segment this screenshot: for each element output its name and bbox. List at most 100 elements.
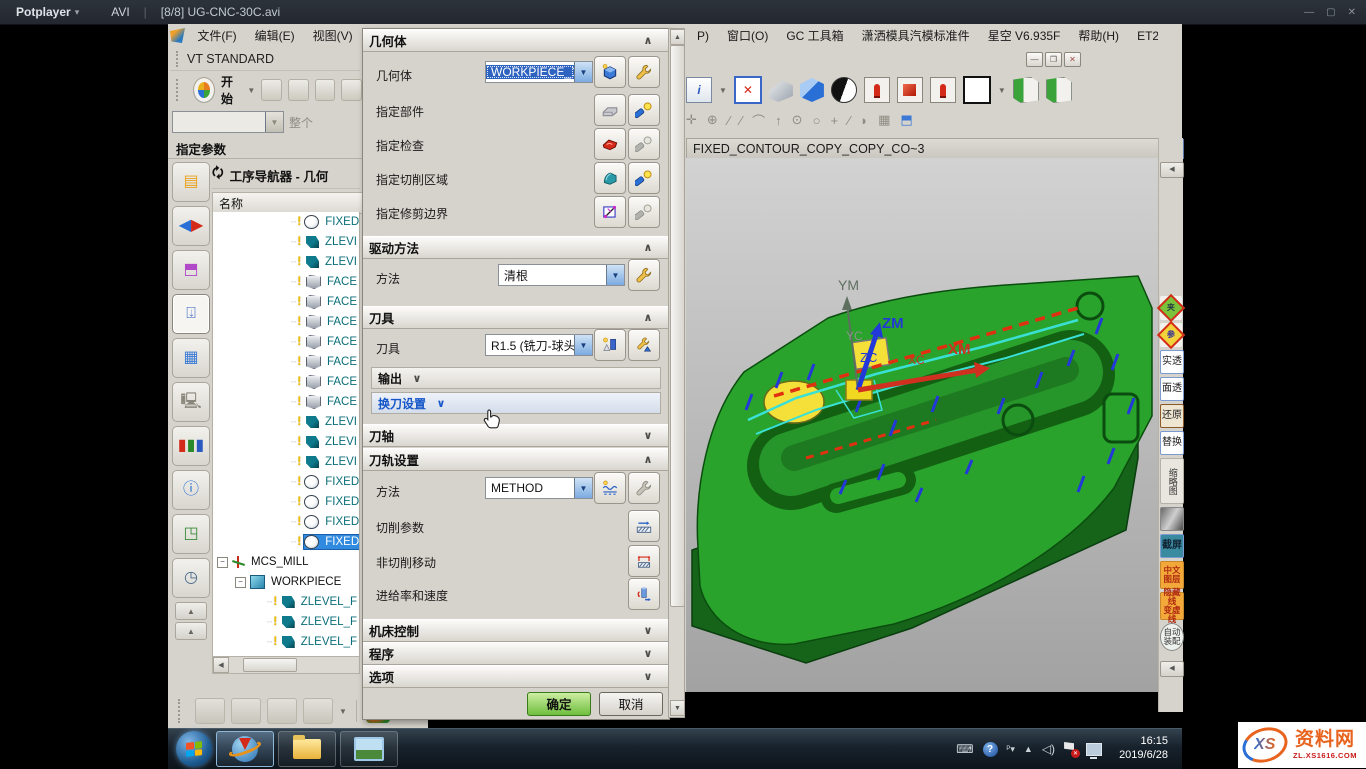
trim-boundary-icon[interactable]	[594, 196, 626, 228]
section-machine-control[interactable]: 机床控制	[363, 619, 669, 642]
taskbar-explorer[interactable]	[278, 731, 336, 767]
start-button[interactable]	[176, 731, 212, 767]
new-geometry-icon[interactable]	[594, 56, 626, 88]
cancel-button[interactable]: 取消	[599, 692, 663, 716]
collapse-icon[interactable]	[633, 241, 663, 254]
history-clock-icon[interactable]: ◷	[172, 558, 210, 598]
ime-icon[interactable]: ᴾ▾	[1007, 744, 1015, 755]
list-item[interactable]: ┈!ZLEVEL_F	[213, 612, 359, 632]
clip-section-2-icon[interactable]	[1046, 77, 1072, 103]
list-item[interactable]: ┈!FIXED	[213, 472, 359, 492]
orbit-icon[interactable]: ⊕	[707, 112, 718, 128]
section-tool[interactable]: 刀具	[363, 306, 669, 329]
menu-p[interactable]: P)	[688, 26, 718, 46]
machine-tool-view-icon[interactable]: ◀▶	[172, 206, 210, 246]
check-geometry-icon[interactable]	[594, 128, 626, 160]
pan-icon[interactable]: ✛	[686, 112, 697, 128]
save-file-icon[interactable]	[315, 79, 336, 101]
face-translucent-button[interactable]: 面透	[1160, 377, 1184, 401]
potplayer-menu[interactable]: Potplayer	[16, 5, 71, 19]
menu-潇洒模具汽模标准件[interactable]: 潇洒模具汽模标准件	[853, 26, 979, 46]
list-item[interactable]: ┈!FIXED	[213, 212, 359, 232]
list-item[interactable]: ┈!ZLEVEL_F	[213, 592, 359, 612]
player-window-controls[interactable]: — ▢ ✕	[1304, 7, 1356, 18]
scroll-up-icon[interactable]: ▲	[175, 622, 207, 640]
list-item[interactable]: ┈!FACE	[213, 292, 359, 312]
section-drive-method[interactable]: 驱动方法	[363, 236, 669, 259]
assembly-navigator-icon[interactable]: 🖳	[172, 382, 210, 422]
non-cutting-moves-icon[interactable]	[628, 545, 660, 577]
arc-icon[interactable]: ⌒	[752, 111, 765, 130]
create-tool-icon[interactable]	[594, 329, 626, 361]
collapse-icon[interactable]	[633, 34, 663, 47]
reference-standard-icon[interactable]: 参	[1160, 323, 1182, 347]
create-tool-icon[interactable]	[231, 698, 261, 724]
flashlight-gray-icon[interactable]	[628, 128, 660, 160]
create-program-icon[interactable]	[195, 698, 225, 724]
expand-icon[interactable]	[633, 624, 663, 637]
list-item[interactable]: ┈!ZLEVI	[213, 252, 359, 272]
scroll-thumb[interactable]	[670, 45, 685, 607]
internet-info-icon[interactable]: ⓘ	[172, 470, 210, 510]
list-item[interactable]: ┈!ZLEVI	[213, 412, 359, 432]
help-icon[interactable]: ?	[983, 742, 998, 757]
hidden-line-dashed-button[interactable]: 隐藏线 变虚线	[1160, 592, 1184, 620]
program-order-view-icon[interactable]: ▤	[172, 162, 210, 202]
circle-center-icon[interactable]: ⊙	[792, 112, 803, 128]
expand-icon[interactable]	[633, 647, 663, 660]
taskbar-nx-app[interactable]	[216, 731, 274, 767]
expand-icon[interactable]	[633, 670, 663, 683]
ok-button[interactable]: 确定	[527, 692, 591, 716]
collapse-icon[interactable]	[633, 453, 663, 466]
shade-mode-icon[interactable]	[831, 77, 857, 103]
cube-snap-icon[interactable]: ⬒	[900, 112, 912, 128]
wcs-toggle-icon[interactable]: ✕	[734, 76, 762, 104]
list-item[interactable]: ┈!ZLEVI	[213, 232, 359, 252]
clip-section-icon[interactable]	[1013, 77, 1039, 103]
action-center-flag-icon[interactable]	[1064, 742, 1077, 756]
scroll-up-icon[interactable]: ▲	[670, 29, 685, 45]
circle-icon[interactable]: ○	[813, 113, 821, 128]
menu-编辑e[interactable]: 编辑(E)	[246, 26, 304, 46]
library-books-icon[interactable]: ▮▮▮	[172, 426, 210, 466]
slash-icon[interactable]: ∕	[848, 113, 850, 128]
scroll-thumb[interactable]	[243, 658, 297, 672]
tree-hscrollbar[interactable]: ◀	[212, 656, 360, 674]
minimize-icon[interactable]: —	[1304, 7, 1314, 18]
network-icon[interactable]	[1086, 743, 1102, 756]
menu-et2008[interactable]: ET2008	[1128, 26, 1158, 46]
chinese-layer-button[interactable]: 中文 图层	[1160, 561, 1184, 589]
clamp-standard-icon[interactable]: 夹	[1160, 296, 1182, 320]
create-geometry-icon[interactable]	[267, 698, 297, 724]
new-method-icon[interactable]	[594, 472, 626, 504]
list-item[interactable]: ┈!FIXED	[213, 532, 359, 552]
scroll-top-icon[interactable]: ▲	[175, 602, 207, 620]
taskbar-image-viewer[interactable]	[340, 731, 398, 767]
solid-red-cube-icon[interactable]	[897, 77, 923, 103]
collapse-icon[interactable]	[633, 311, 663, 324]
face-snap-icon[interactable]: ◗	[860, 113, 868, 128]
section-options[interactable]: 选项	[363, 665, 669, 688]
start-menu[interactable]: 开始	[221, 73, 241, 107]
line-icon[interactable]: ∕	[728, 113, 730, 128]
menu-星空v6935f[interactable]: 星空 V6.935F	[979, 26, 1070, 46]
operation-window-titlebar[interactable]: FIXED_CONTOUR_COPY_COPY_CO~3	[686, 138, 1166, 160]
menu-帮助h[interactable]: 帮助(H)	[1069, 26, 1128, 46]
flashlight-blue-icon[interactable]	[628, 162, 660, 194]
grid-icon[interactable]: ▦	[878, 112, 890, 128]
collapse-box-icon[interactable]: −	[235, 577, 246, 588]
cutting-params-icon[interactable]	[628, 510, 660, 542]
list-item[interactable]: ┈!FACE	[213, 372, 359, 392]
expand-icon[interactable]	[402, 372, 432, 385]
flashlight-gray-icon[interactable]	[628, 196, 660, 228]
pin-wireframe-icon[interactable]	[864, 77, 890, 103]
section-path-settings[interactable]: 刀轨设置	[363, 448, 669, 471]
clock[interactable]: 16:15 2019/6/28	[1111, 735, 1176, 763]
dialog-scrollbar[interactable]: ▲ ▼	[668, 28, 685, 718]
palette-icon[interactable]: ▦	[172, 338, 210, 378]
scroll-left-icon[interactable]: ◀	[213, 657, 229, 673]
part-geometry-icon[interactable]	[594, 94, 626, 126]
screenshot-button[interactable]: 截屏	[1160, 534, 1184, 558]
close-icon[interactable]: ✕	[1348, 7, 1356, 18]
restore-icon[interactable]: ❐	[1045, 52, 1062, 67]
